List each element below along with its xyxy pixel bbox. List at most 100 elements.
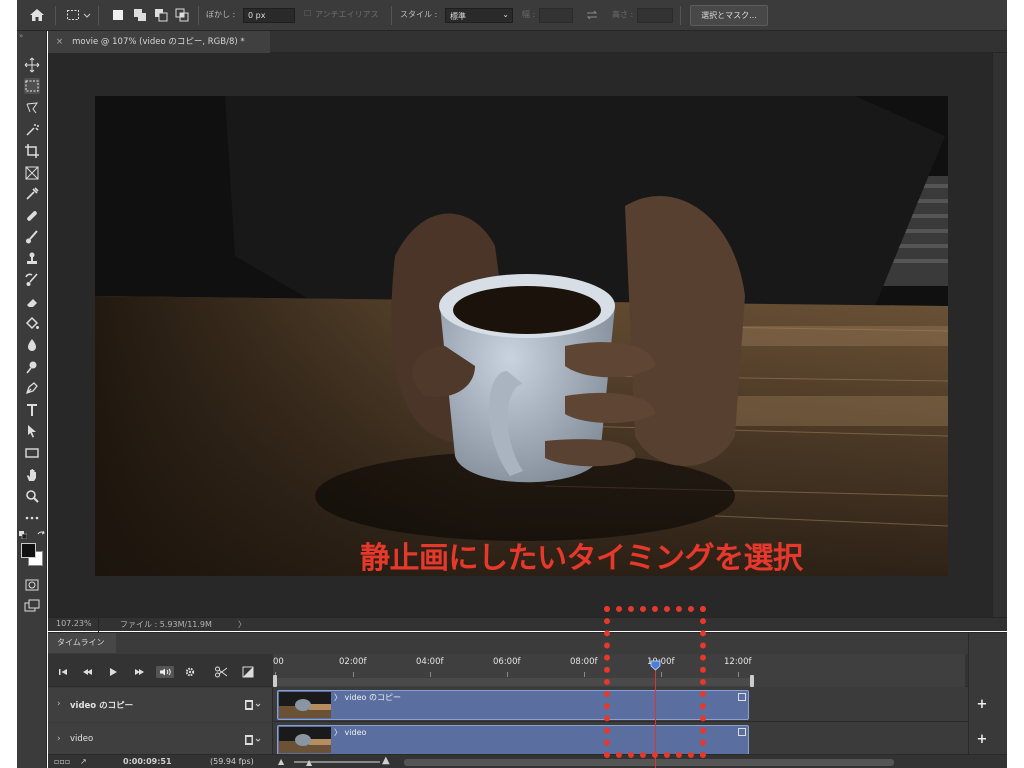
width-input[interactable] (539, 8, 573, 23)
marquee-tool[interactable] (24, 78, 40, 94)
paint-bucket-icon (25, 316, 39, 330)
separator (680, 6, 681, 25)
healing-brush-tool[interactable] (24, 208, 40, 224)
crop-tool[interactable] (24, 143, 40, 159)
document-title: movie @ 107% (video のコピー, RGB/8) * (72, 37, 245, 47)
quick-mask-icon (25, 579, 39, 591)
play-icon[interactable] (106, 666, 120, 678)
separator (55, 6, 56, 25)
home-icon[interactable] (29, 8, 45, 22)
work-area-end-handle[interactable] (750, 675, 754, 687)
split-clip-scissors-icon[interactable] (214, 666, 228, 678)
frame-grid-icon[interactable]: ▫▫▫ (54, 757, 70, 766)
zoom-in-mountain-icon[interactable]: ▲ (382, 755, 390, 766)
clone-stamp-tool[interactable] (24, 251, 40, 267)
screen-mode-button[interactable] (24, 598, 40, 614)
subtract-from-selection-icon[interactable] (154, 8, 168, 22)
film-strip-icon[interactable] (244, 734, 262, 746)
render-video-icon[interactable]: ↗ (80, 757, 87, 766)
feather-label: ぼかし : (206, 10, 236, 19)
default-colors-icon[interactable] (19, 531, 27, 539)
audio-icon[interactable] (156, 666, 174, 678)
magic-wand-icon (26, 124, 39, 136)
type-icon (27, 404, 37, 416)
lasso-icon (26, 102, 39, 114)
type-tool[interactable] (24, 402, 40, 418)
clip-label: 〉 video (334, 728, 367, 737)
style-select[interactable]: 標準 ⌄ (445, 8, 513, 23)
clip-label: 〉 video のコピー (334, 693, 401, 702)
select-and-mask-button[interactable]: 選択とマスク... (690, 5, 768, 26)
work-area-start-handle[interactable] (273, 675, 277, 687)
dodge-tool[interactable] (24, 359, 40, 375)
add-to-selection-icon[interactable] (133, 8, 147, 22)
clip-end-icon[interactable] (738, 728, 746, 736)
transition-icon[interactable] (241, 666, 255, 678)
ruler-tick (353, 672, 354, 677)
status-menu-arrow[interactable]: 〉 (238, 619, 246, 630)
quick-mask-button[interactable] (24, 577, 40, 593)
collapse-icon[interactable]: » (19, 32, 23, 40)
brush-tool[interactable] (24, 229, 40, 245)
vertical-scrollbar[interactable] (992, 53, 1007, 617)
zoom-level[interactable]: 107.23% (56, 619, 92, 628)
clip-end-icon[interactable] (738, 693, 746, 701)
magic-wand-tool[interactable] (24, 122, 40, 138)
chevron-down-icon[interactable] (83, 8, 91, 22)
pen-tool[interactable] (24, 380, 40, 396)
brush-icon (26, 230, 38, 244)
height-input[interactable] (637, 8, 673, 23)
track-name: video のコピー (70, 701, 134, 711)
ruler-label: 00 (273, 657, 284, 667)
rectangular-marquee-icon[interactable] (66, 8, 80, 22)
lasso-tool[interactable] (24, 100, 40, 116)
zoom-tool[interactable] (24, 488, 40, 504)
ruler-tick (738, 672, 739, 677)
document-tab[interactable]: × movie @ 107% (video のコピー, RGB/8) * (48, 31, 270, 53)
settings-gear-icon[interactable] (183, 666, 197, 678)
ruler-label: 12:00f (724, 657, 752, 667)
track-name: video (70, 734, 94, 744)
frame-rate: (59.94 fps) (210, 757, 254, 766)
zoom-out-mountain-icon[interactable]: ▲ (278, 757, 284, 766)
intersect-selection-icon[interactable] (175, 8, 189, 22)
go-to-first-frame-icon[interactable] (56, 666, 70, 678)
close-icon[interactable]: × (56, 37, 63, 47)
film-strip-icon[interactable] (244, 699, 262, 711)
ellipsis-icon (25, 516, 39, 520)
frame-tool[interactable] (24, 165, 40, 181)
path-selection-tool[interactable] (24, 423, 40, 439)
eraser-tool[interactable] (24, 294, 40, 310)
annotation-caption: 静止画にしたいタイミングを選択 (360, 541, 803, 576)
timeline-horizontal-scrollbar[interactable] (404, 759, 894, 766)
eyedropper-tool[interactable] (24, 186, 40, 202)
chevron-right-icon[interactable]: › (57, 734, 61, 744)
rectangular-marquee-icon (25, 80, 39, 92)
ruler-tick (430, 672, 431, 677)
timeline-tab[interactable]: タイムライン (48, 633, 116, 653)
antialias-checkbox[interactable]: ☐ (304, 9, 311, 18)
timeline-header: 00 02:00f 04:00f 06:00f 08:00f 10:00f 12… (48, 654, 1007, 687)
more-tools[interactable] (24, 510, 40, 526)
tools-panel: » (17, 31, 47, 768)
previous-frame-icon[interactable] (80, 666, 94, 678)
swap-colors-icon[interactable] (37, 531, 46, 539)
current-time[interactable]: 0:00:09:51 (123, 757, 172, 766)
zoom-slider-thumb[interactable]: ▲ (306, 758, 312, 767)
add-media-button[interactable]: + (976, 733, 988, 746)
hand-tool[interactable] (24, 467, 40, 483)
chevron-right-icon[interactable]: › (57, 699, 61, 709)
rectangle-tool[interactable] (24, 445, 40, 461)
add-media-button[interactable]: + (976, 698, 988, 711)
swap-icon[interactable] (585, 8, 599, 22)
track-header[interactable]: › video のコピー (48, 688, 273, 722)
blur-tool[interactable] (24, 337, 40, 353)
move-tool[interactable] (24, 57, 40, 73)
history-brush-tool[interactable] (24, 272, 40, 288)
paint-bucket-tool[interactable] (24, 316, 40, 332)
feather-input[interactable]: 0 px (243, 8, 295, 23)
next-frame-icon[interactable] (132, 666, 146, 678)
track-header[interactable]: › video (48, 723, 273, 757)
foreground-color-swatch[interactable] (21, 543, 36, 558)
new-selection-icon[interactable] (111, 8, 125, 22)
